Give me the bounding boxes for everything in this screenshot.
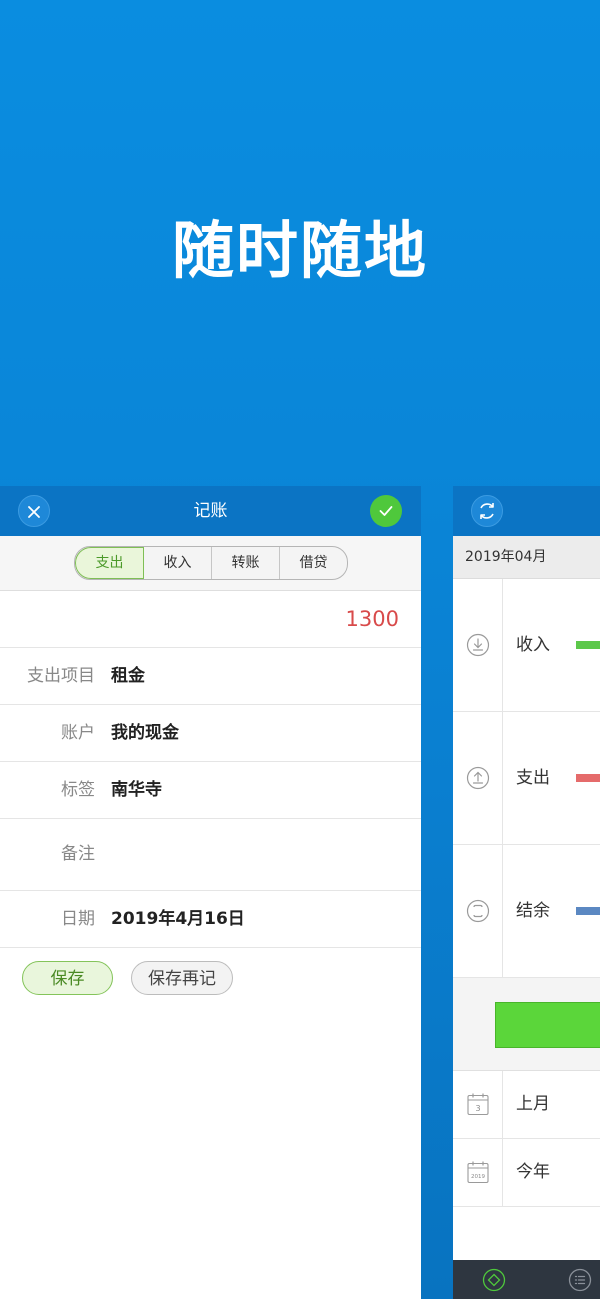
upload-icon <box>466 766 490 790</box>
calendar-icon: 2019 <box>467 1161 489 1184</box>
amount-field[interactable]: 1300 <box>0 591 421 648</box>
stat-label-balance: 结余 <box>516 901 550 921</box>
category-row[interactable]: 支出项目 租金 <box>0 648 421 705</box>
date-row[interactable]: 日期 2019年4月16日 <box>0 891 421 948</box>
entry-nav-bar: 记账 <box>0 486 421 536</box>
summary-bar[interactable] <box>495 1002 600 1048</box>
period-icon-cell: 3 <box>453 1071 503 1138</box>
period-label-this-year: 今年 <box>516 1162 550 1182</box>
note-label: 备注 <box>61 844 95 864</box>
stat-row-balance[interactable]: 结余 <box>453 845 600 978</box>
confirm-button[interactable] <box>370 495 402 527</box>
month-label: 2019年04月 <box>465 549 547 565</box>
balance-bar <box>576 907 600 915</box>
home-icon[interactable] <box>482 1268 506 1292</box>
tag-label: 标签 <box>61 780 95 800</box>
save-button-row: 保存 保存再记 <box>0 948 421 1008</box>
headline: 随时随地 <box>171 214 428 287</box>
category-value: 租金 <box>111 666 145 686</box>
refresh-icon <box>480 503 494 519</box>
calendar-icon-day: 3 <box>475 1104 480 1113</box>
check-icon <box>379 506 393 516</box>
period-label-last-month: 上月 <box>516 1094 550 1114</box>
period-row-this-year[interactable]: 2019 今年 <box>453 1139 600 1207</box>
note-row[interactable]: 备注 <box>0 819 421 891</box>
calendar-icon: 3 <box>467 1093 489 1116</box>
period-row-last-month[interactable]: 3 上月 <box>453 1071 600 1139</box>
date-value: 2019年4月16日 <box>111 909 245 929</box>
save-again-button[interactable]: 保存再记 <box>131 961 233 995</box>
tab-income[interactable]: 收入 <box>144 547 212 579</box>
type-segment-row: 支出 收入 转账 借贷 <box>0 536 421 591</box>
refresh-button[interactable] <box>471 495 503 527</box>
income-bar <box>576 641 600 649</box>
tab-expense[interactable]: 支出 <box>75 547 144 579</box>
type-segmented-control: 支出 收入 转账 借贷 <box>74 546 348 580</box>
amount-value: 1300 <box>345 607 399 631</box>
tab-transfer[interactable]: 转账 <box>212 547 280 579</box>
report-nav-bar <box>453 486 600 536</box>
summary-area <box>453 978 600 1071</box>
save-button[interactable]: 保存 <box>22 961 113 995</box>
tab-bar <box>453 1260 600 1299</box>
account-row[interactable]: 账户 我的现金 <box>0 705 421 762</box>
category-label: 支出项目 <box>27 666 95 686</box>
download-icon <box>466 633 490 657</box>
account-value: 我的现金 <box>111 723 179 743</box>
list-icon[interactable] <box>568 1268 592 1292</box>
month-selector[interactable]: 2019年04月 <box>453 536 600 579</box>
tag-value: 南华寺 <box>111 780 162 800</box>
account-label: 账户 <box>61 723 95 743</box>
balance-icon <box>466 899 490 923</box>
stat-row-income[interactable]: 收入 <box>453 579 600 712</box>
date-label: 日期 <box>61 909 95 929</box>
report-panel: 2019年04月 收入 支出 结余 3 上月 2019 今年 <box>453 486 600 1299</box>
expense-bar <box>576 774 600 782</box>
entry-title: 记账 <box>193 501 228 521</box>
stat-icon-cell <box>453 579 503 711</box>
stat-icon-cell <box>453 712 503 844</box>
stat-row-expense[interactable]: 支出 <box>453 712 600 845</box>
tab-loan[interactable]: 借贷 <box>280 547 347 579</box>
stat-label-income: 收入 <box>516 635 550 655</box>
entry-panel: 记账 支出 收入 转账 借贷 1300 支出项目 租金 账户 我的现金 标签 南… <box>0 486 421 1299</box>
period-icon-cell: 2019 <box>453 1139 503 1206</box>
stat-icon-cell <box>453 845 503 977</box>
stat-label-expense: 支出 <box>516 768 550 788</box>
tag-row[interactable]: 标签 南华寺 <box>0 762 421 819</box>
calendar-icon-year: 2019 <box>471 1174 485 1180</box>
